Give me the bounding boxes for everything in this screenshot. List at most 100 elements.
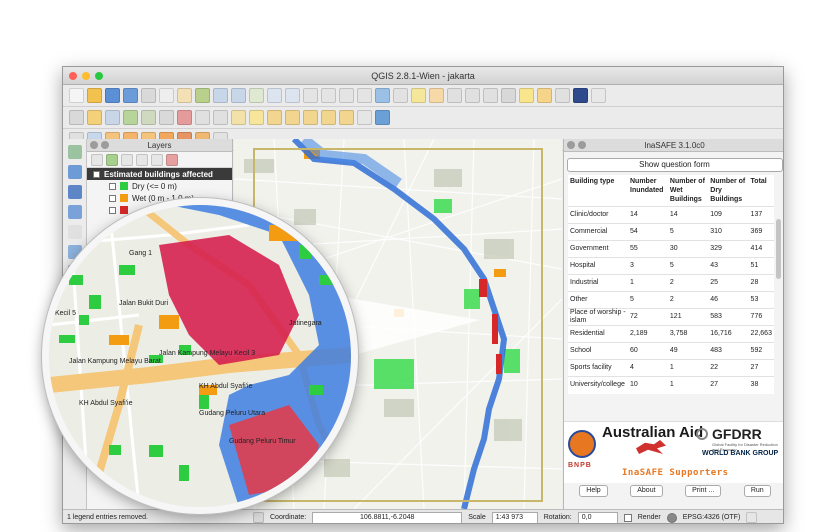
legend-dry-checkbox[interactable] — [109, 182, 116, 190]
run-button[interactable]: Run — [743, 485, 771, 497]
bookmark-icon[interactable] — [537, 88, 552, 103]
print-button[interactable]: Print ... — [685, 485, 722, 497]
pan-icon[interactable] — [177, 88, 192, 103]
save-as-icon[interactable] — [123, 88, 138, 103]
zoom-in-icon[interactable] — [213, 88, 228, 103]
save-edits-icon[interactable] — [105, 110, 120, 125]
add-feature-icon[interactable] — [123, 110, 138, 125]
new-map-view-icon[interactable] — [357, 88, 372, 103]
road-label-8: Kecil 5 — [55, 310, 76, 317]
legend-wet-checkbox[interactable] — [109, 194, 116, 202]
show-question-form-button[interactable]: Show question form — [566, 158, 783, 172]
add-raster-icon[interactable] — [67, 165, 82, 179]
pan-to-selection-icon[interactable] — [195, 88, 210, 103]
coordinate-toggle-icon[interactable] — [253, 512, 264, 523]
composer-manager-icon[interactable] — [159, 88, 174, 103]
about-button[interactable]: About — [630, 485, 663, 497]
scale-field[interactable]: 1:43 973 — [491, 511, 538, 523]
table-cell: 22 — [708, 359, 749, 377]
messages-icon[interactable] — [746, 512, 758, 523]
table-cell: Industrial — [568, 274, 628, 292]
show-hide-labels-icon[interactable] — [285, 110, 300, 125]
layers-title: Layers — [147, 141, 172, 150]
table-cell: Government — [568, 240, 628, 258]
current-edits-icon[interactable] — [69, 110, 84, 125]
zoom-full-icon[interactable] — [249, 88, 264, 103]
layer-estimated-buildings[interactable]: Estimated buildings affected — [87, 168, 232, 180]
help-icon[interactable] — [591, 88, 606, 103]
legend-dry: Dry (<= 0 m) — [87, 180, 232, 192]
node-tool-icon[interactable] — [159, 110, 174, 125]
expand-all-icon[interactable] — [136, 153, 148, 166]
crs-status[interactable]: EPSG:4326 (OTF) — [683, 514, 741, 521]
python-console-icon[interactable] — [375, 110, 390, 125]
table-cell: 38 — [748, 376, 774, 394]
label-icon[interactable] — [249, 110, 264, 125]
paste-features-icon[interactable] — [231, 110, 246, 125]
results-table: Building type Number Inundated Number of W… — [568, 175, 774, 394]
column-header: Total — [750, 178, 767, 185]
results-scrollbar[interactable] — [776, 219, 781, 279]
table-cell: 14 — [628, 206, 668, 224]
refresh-icon[interactable] — [375, 88, 390, 103]
layer-visibility-checkbox[interactable] — [93, 170, 100, 178]
float-inasafe-icon[interactable] — [578, 141, 586, 149]
pin-labels-icon[interactable] — [267, 110, 282, 125]
table-cell: 3 — [628, 257, 668, 275]
table-cell: 483 — [708, 342, 749, 360]
print-composer-icon[interactable] — [141, 88, 156, 103]
inasafe-title: InaSAFE 3.1.0c0 — [644, 141, 705, 150]
map-tips-icon[interactable] — [519, 88, 534, 103]
table-cell: 72 — [628, 308, 668, 326]
table-cell: 121 — [667, 308, 709, 326]
close-inasafe-icon[interactable] — [567, 141, 575, 149]
rotate-label-icon[interactable] — [321, 110, 336, 125]
filter-legend-icon[interactable] — [121, 153, 133, 166]
toggle-editing-icon[interactable] — [87, 110, 102, 125]
crs-icon[interactable] — [666, 512, 677, 523]
zoom-next-icon[interactable] — [339, 88, 354, 103]
save-project-icon[interactable] — [105, 88, 120, 103]
zoom-selection-icon[interactable] — [267, 88, 282, 103]
float-panel-icon[interactable] — [101, 141, 109, 149]
table-cell: 46 — [708, 291, 749, 309]
move-label-icon[interactable] — [303, 110, 318, 125]
add-group-icon[interactable] — [106, 153, 118, 166]
delete-selected-icon[interactable] — [177, 110, 192, 125]
change-label-icon[interactable] — [339, 110, 354, 125]
identify-icon[interactable] — [393, 88, 408, 103]
zoom-layer-icon[interactable] — [285, 88, 300, 103]
close-panel-icon[interactable] — [90, 141, 98, 149]
render-checkbox[interactable] — [623, 513, 632, 522]
move-feature-icon[interactable] — [141, 110, 156, 125]
attribute-table-icon[interactable] — [465, 88, 480, 103]
collapse-all-icon[interactable] — [151, 153, 163, 166]
help-button[interactable]: Help — [579, 485, 608, 497]
measure-icon[interactable] — [501, 88, 516, 103]
deselect-icon[interactable] — [429, 88, 444, 103]
zoom-out-icon[interactable] — [231, 88, 246, 103]
magnified-map: Jalan Kampung Melayu Barat Jalan Kampung… — [49, 205, 351, 507]
copy-features-icon[interactable] — [213, 110, 228, 125]
open-styling-icon[interactable] — [91, 153, 103, 166]
zoom-native-icon[interactable] — [303, 88, 318, 103]
coordinate-label: Coordinate: — [270, 514, 307, 521]
coordinate-field[interactable]: 106.8811,-6.2048 — [312, 511, 463, 523]
inasafe-dock-icon[interactable] — [573, 88, 588, 103]
csw-icon[interactable] — [357, 110, 372, 125]
zoom-last-icon[interactable] — [321, 88, 336, 103]
add-postgis-icon[interactable] — [67, 185, 82, 199]
statistics-icon[interactable] — [483, 88, 498, 103]
remove-layer-icon[interactable] — [166, 153, 178, 166]
expression-icon[interactable] — [447, 88, 462, 103]
open-project-icon[interactable] — [87, 88, 102, 103]
add-vector-icon[interactable] — [67, 145, 82, 159]
new-project-icon[interactable] — [69, 88, 84, 103]
window-title: QGIS 2.8.1-Wien - jakarta — [371, 70, 475, 81]
column-header: Number of Wet Buildings — [669, 178, 705, 203]
text-annotation-icon[interactable] — [555, 88, 570, 103]
cut-features-icon[interactable] — [195, 110, 210, 125]
rotation-field[interactable]: 0,0 — [577, 511, 618, 523]
select-features-icon[interactable] — [411, 88, 426, 103]
table-cell: 583 — [708, 308, 749, 326]
